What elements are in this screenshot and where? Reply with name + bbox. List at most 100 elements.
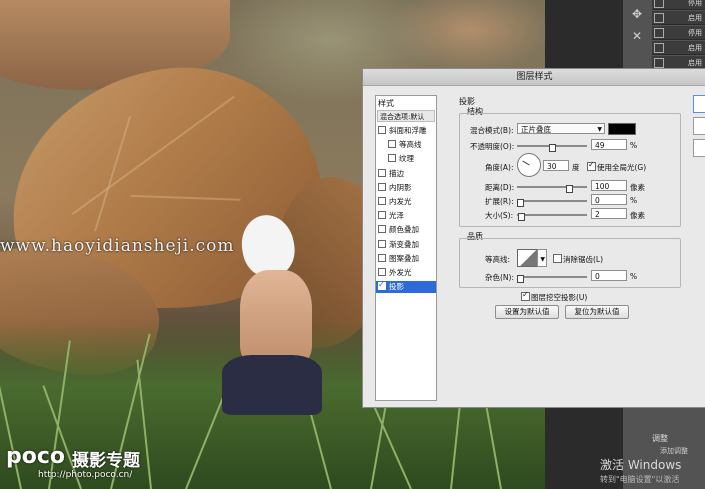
layer-visibility-icon[interactable] [654, 58, 664, 68]
layer-row[interactable]: 启用 [652, 11, 705, 25]
ok-button[interactable] [693, 95, 705, 113]
layer-visibility-icon[interactable] [654, 13, 664, 23]
style-item-9[interactable]: 渐变叠加 [378, 239, 419, 251]
tab-adjustments[interactable]: 调整 [652, 433, 668, 444]
style-label: 内阴影 [389, 182, 412, 192]
blend-options-default[interactable]: 混合选项:默认 [377, 110, 435, 122]
poco-logo: poco [6, 444, 66, 469]
layer-label: 启用 [688, 59, 702, 67]
style-checkbox[interactable] [378, 182, 386, 191]
layer-visibility-icon[interactable] [654, 43, 664, 53]
poco-logo-cn: 摄影专题 [72, 451, 140, 471]
new-style-button[interactable] [693, 139, 705, 157]
layer-label: 停用 [688, 29, 702, 37]
person-figure [222, 210, 322, 415]
style-item-12[interactable]: 投影 [376, 279, 436, 294]
spread-label: 扩展(R): [485, 197, 514, 206]
distance-slider-thumb[interactable] [566, 185, 573, 193]
style-checkbox[interactable] [388, 140, 396, 149]
layer-label: 停用 [688, 0, 702, 7]
global-light-label: 使用全局光(G) [597, 163, 647, 172]
global-light-checkbox[interactable] [587, 160, 596, 171]
style-checkbox[interactable] [378, 253, 386, 262]
style-label: 等高线 [399, 140, 422, 150]
style-item-8[interactable]: 颜色叠加 [378, 224, 419, 236]
noise-unit: % [630, 272, 638, 281]
shadow-color-swatch[interactable] [608, 123, 636, 135]
style-checkbox[interactable] [378, 268, 386, 276]
noise-slider-thumb[interactable] [517, 275, 524, 283]
cancel-button[interactable] [693, 117, 705, 135]
opacity-label: 不透明度(O): [470, 142, 515, 151]
spread-slider[interactable] [517, 200, 587, 202]
size-unit: 像素 [630, 211, 645, 220]
layer-visibility-icon[interactable] [654, 28, 664, 38]
blend-mode-label: 混合模式(B): [470, 126, 514, 135]
noise-slider[interactable] [517, 276, 587, 278]
layer-style-dialog: 图层样式 样式 混合选项:默认 斜面和浮雕等高线纹理描边内阴影内发光光泽颜色叠加… [362, 68, 705, 408]
opacity-unit: % [630, 141, 638, 150]
style-item-5[interactable]: 内阴影 [378, 182, 412, 194]
size-label: 大小(S): [485, 211, 514, 220]
layer-row[interactable]: 停用 [652, 0, 705, 10]
style-checkbox[interactable] [378, 197, 386, 205]
noise-input[interactable]: 0 [591, 270, 627, 281]
style-item-7[interactable]: 光泽 [378, 210, 404, 222]
style-label: 渐变叠加 [389, 239, 419, 249]
person-back [240, 270, 312, 365]
distance-slider[interactable] [517, 186, 587, 188]
make-default-button[interactable]: 设置为默认值 [495, 305, 559, 319]
knockout-checkbox[interactable] [521, 290, 530, 301]
contour-preview[interactable] [517, 249, 539, 267]
knockout-label: 图层挖空投影(U) [531, 293, 588, 302]
style-label: 纹理 [399, 154, 414, 164]
style-checkbox[interactable] [378, 211, 386, 220]
style-checkbox[interactable] [378, 168, 386, 177]
style-label: 颜色叠加 [389, 225, 419, 235]
styles-header[interactable]: 样式 [378, 98, 394, 109]
distance-unit: 像素 [630, 183, 645, 192]
antialias-checkbox[interactable] [553, 254, 562, 263]
opacity-slider-thumb[interactable] [549, 144, 556, 152]
layer-row[interactable]: 启用 [652, 41, 705, 55]
layer-label: 启用 [688, 44, 702, 52]
watermark-url: www.haoyidiansheji.com [0, 236, 235, 256]
style-item-10[interactable]: 图案叠加 [378, 253, 419, 265]
size-slider-thumb[interactable] [518, 213, 525, 221]
spread-slider-thumb[interactable] [517, 199, 524, 207]
size-input[interactable]: 2 [591, 208, 627, 219]
opacity-input[interactable]: 49 [591, 139, 627, 150]
reset-default-button[interactable]: 复位为默认值 [565, 305, 629, 319]
move-tool-icon[interactable]: ✥ [625, 4, 649, 24]
dialog-title: 图层样式 [363, 69, 705, 86]
style-checkbox[interactable] [388, 154, 396, 163]
size-slider[interactable] [517, 214, 587, 216]
style-item-11[interactable]: 外发光 [378, 267, 412, 279]
angle-input[interactable]: 30 [543, 160, 569, 171]
style-label: 图案叠加 [389, 253, 419, 263]
style-label: 斜面和浮雕 [389, 126, 427, 135]
blend-mode-select[interactable]: 正片叠底 ▼ [517, 123, 605, 134]
layer-row[interactable]: 停用 [652, 26, 705, 40]
contour-dropdown[interactable]: ▼ [537, 249, 547, 267]
style-item-1[interactable]: 斜面和浮雕 [378, 125, 427, 137]
layer-visibility-icon[interactable] [654, 0, 664, 8]
noise-label: 杂色(N): [485, 273, 514, 282]
style-label: 内发光 [389, 197, 412, 206]
style-checkbox[interactable] [378, 239, 386, 248]
style-item-2[interactable]: 等高线 [388, 139, 422, 151]
distance-input[interactable]: 100 [591, 180, 627, 191]
contour-label: 等高线: [485, 255, 511, 264]
distance-label: 距离(D): [485, 183, 515, 192]
style-item-3[interactable]: 纹理 [388, 153, 414, 165]
style-checkbox[interactable] [378, 225, 386, 234]
spread-input[interactable]: 0 [591, 194, 627, 205]
style-label: 描边 [389, 168, 404, 178]
style-checkbox[interactable] [378, 126, 386, 134]
style-checkbox[interactable] [378, 279, 386, 291]
windows-activation-hint: 转到"电脑设置"以激活 [600, 475, 680, 484]
angle-dial[interactable] [517, 153, 541, 177]
close-panel-icon[interactable]: ✕ [625, 26, 649, 46]
style-item-6[interactable]: 内发光 [378, 196, 412, 208]
style-item-4[interactable]: 描边 [378, 168, 404, 180]
